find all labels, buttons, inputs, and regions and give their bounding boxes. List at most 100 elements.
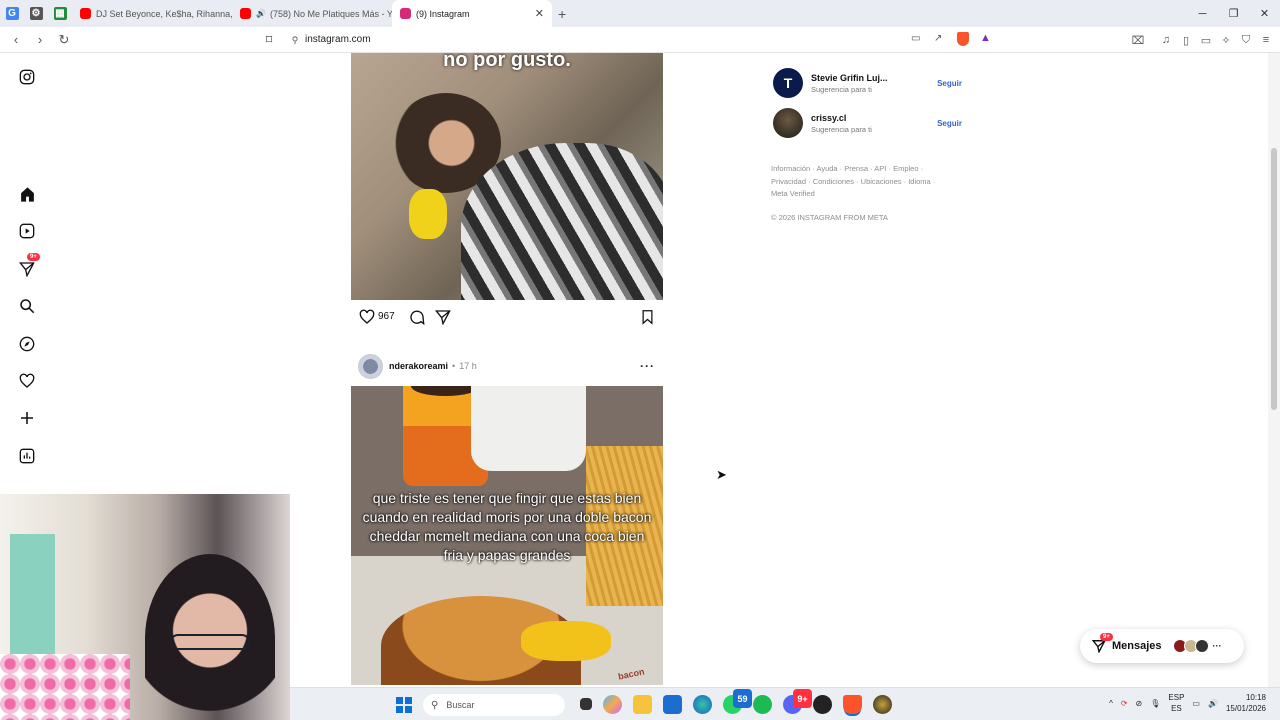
more-icon[interactable]: ··· — [1213, 641, 1222, 651]
zebra-blanket — [461, 143, 663, 300]
restore-button[interactable]: ❐ — [1218, 0, 1249, 27]
system-tray: ^ ⟳ ⊘ 🎙 ESP ES ▭ 🔊 10:18 15/01/2026 — [1109, 692, 1266, 714]
search-icon[interactable] — [17, 296, 37, 316]
address-bar[interactable]: instagram.com — [305, 34, 371, 45]
brave-rewards-icon[interactable]: ▲ — [980, 32, 991, 44]
tab-no-me-platiques[interactable]: 🔊 (758) No Me Platiques Más - You — [232, 0, 392, 27]
copyright: © 2026 INSTAGRAM FROM META — [771, 213, 888, 222]
back-button[interactable]: ‹ — [6, 30, 26, 50]
post-2-time: 17 h — [459, 361, 477, 371]
leo-icon[interactable]: ✧ — [1218, 30, 1234, 50]
footer-link[interactable]: Información — [771, 164, 810, 173]
app-icon[interactable] — [873, 695, 892, 714]
brave-shield-icon[interactable] — [957, 32, 969, 46]
avatar[interactable] — [358, 353, 383, 379]
follow-button[interactable]: Seguir — [937, 119, 962, 128]
minimize-button[interactable]: ─ — [1187, 0, 1218, 27]
site-info-icon[interactable]: ⚲ — [285, 30, 305, 50]
footer-link[interactable]: Empleo — [893, 164, 918, 173]
tab-dj-set[interactable]: DJ Set Beyonce, Ke$ha, Rihanna, Nel — [72, 0, 232, 27]
dashboard-icon[interactable] — [17, 446, 37, 466]
volume-icon[interactable]: 🔊 — [1208, 699, 1218, 708]
tab-instagram[interactable]: (9) Instagram ✕ — [392, 0, 552, 27]
reels-icon[interactable] — [17, 221, 37, 241]
page-scrollbar[interactable] — [1268, 53, 1280, 687]
windows-start-icon[interactable] — [396, 697, 412, 713]
tab-label: (758) No Me Platiques Más - You — [269, 8, 392, 19]
suggestion-name[interactable]: Stevie Grifin Luj... — [811, 73, 888, 83]
vpn-icon[interactable]: ⛉ — [1238, 30, 1254, 50]
pinned-tab-settings[interactable]: ⚙ — [24, 0, 48, 27]
share-icon[interactable] — [434, 309, 451, 325]
microphone-icon[interactable]: 🎙 — [1150, 699, 1160, 708]
instagram-logo-icon[interactable] — [17, 67, 37, 87]
cast-icon[interactable]: ▭ — [911, 33, 920, 44]
close-window-button[interactable]: ✕ — [1249, 0, 1280, 27]
store-icon[interactable] — [663, 695, 682, 714]
whatsapp-icon[interactable]: 59 — [723, 689, 752, 714]
suggestion-item: T Stevie Grifin Luj... Sugerencia para t… — [773, 63, 973, 103]
home-icon[interactable] — [17, 184, 37, 204]
file-explorer-icon[interactable] — [633, 695, 652, 714]
follow-button[interactable]: Seguir — [937, 79, 962, 88]
post-2-username[interactable]: nderakoreami — [389, 361, 448, 371]
paper-roll — [471, 386, 586, 471]
clock[interactable]: 10:18 15/01/2026 — [1226, 692, 1266, 714]
sync-icon[interactable]: ⟳ — [1121, 699, 1128, 708]
task-view-icon[interactable] — [580, 698, 592, 710]
scrollbar-thumb[interactable] — [1271, 148, 1277, 410]
avatar[interactable]: T — [773, 68, 803, 98]
pinned-tab-google[interactable]: G — [0, 0, 24, 27]
music-icon[interactable]: ♫ — [1158, 30, 1174, 50]
save-icon[interactable] — [640, 309, 655, 325]
edge-icon[interactable] — [693, 695, 712, 714]
network-off-icon[interactable]: ⊘ — [1136, 699, 1143, 708]
spotify-icon[interactable] — [753, 695, 772, 714]
post-2-image[interactable]: que triste es tener que fingir que estas… — [351, 386, 663, 685]
more-options-icon[interactable]: ··· — [640, 359, 655, 373]
sidebar-icon[interactable]: ▯ — [1178, 30, 1194, 50]
suggestion-name[interactable]: crissy.cl — [811, 113, 872, 123]
share-icon[interactable]: ↗ — [934, 33, 942, 44]
messages-icon[interactable]: 9+ — [17, 253, 40, 279]
new-tab-button[interactable]: + — [558, 6, 566, 22]
avatar[interactable] — [773, 108, 803, 138]
messages-pill[interactable]: 9+ Mensajes ··· — [1080, 629, 1244, 663]
app-icon[interactable] — [813, 695, 832, 714]
taskbar-search[interactable]: ⚲ Buscar — [423, 694, 565, 716]
reload-button[interactable]: ↻ — [54, 30, 74, 50]
forward-button[interactable]: › — [30, 30, 50, 50]
close-tab-icon[interactable]: ✕ — [535, 7, 544, 20]
post-1-image[interactable]: no por gusto. — [351, 53, 663, 300]
footer-link[interactable]: Condiciones — [813, 177, 854, 186]
wallet-icon[interactable]: ▭ — [1198, 30, 1214, 50]
language-indicator[interactable]: ESP ES — [1168, 692, 1184, 714]
footer-link[interactable]: Ubicaciones — [861, 177, 902, 186]
create-plus-icon[interactable] — [17, 408, 37, 428]
footer-link[interactable]: Idioma — [908, 177, 931, 186]
messages-icon: 9+ — [1092, 633, 1113, 653]
menu-icon[interactable]: ≡ — [1258, 30, 1274, 50]
chevron-up-icon[interactable]: ^ — [1109, 699, 1113, 708]
copilot-icon[interactable] — [603, 695, 622, 714]
messages-badge: 9+ — [1100, 633, 1113, 641]
notifications-heart-icon[interactable] — [17, 371, 37, 391]
comment-icon[interactable] — [409, 309, 425, 325]
discord-icon[interactable]: 9+ — [783, 689, 812, 714]
search-icon: ⚲ — [431, 699, 439, 711]
speaker-icon[interactable]: 🔊 — [256, 9, 266, 18]
pinned-tab-sheets[interactable]: ▦ — [48, 0, 72, 27]
reader-icon[interactable]: ⌧ — [1130, 30, 1146, 50]
like-icon[interactable] — [359, 309, 375, 325]
like-count: 967 — [378, 311, 395, 322]
footer-link[interactable]: API — [874, 164, 886, 173]
explore-icon[interactable] — [17, 334, 37, 354]
brave-icon[interactable] — [843, 695, 862, 714]
footer-link[interactable]: Ayuda — [816, 164, 837, 173]
footer-link[interactable]: Meta Verified — [771, 189, 815, 198]
footer-link[interactable]: Privacidad — [771, 177, 806, 186]
bookmark-icon[interactable]: ⌑ — [259, 30, 279, 50]
footer-link[interactable]: Prensa — [844, 164, 868, 173]
display-icon[interactable]: ▭ — [1192, 699, 1200, 708]
window-controls: ─ ❐ ✕ — [1187, 0, 1280, 27]
